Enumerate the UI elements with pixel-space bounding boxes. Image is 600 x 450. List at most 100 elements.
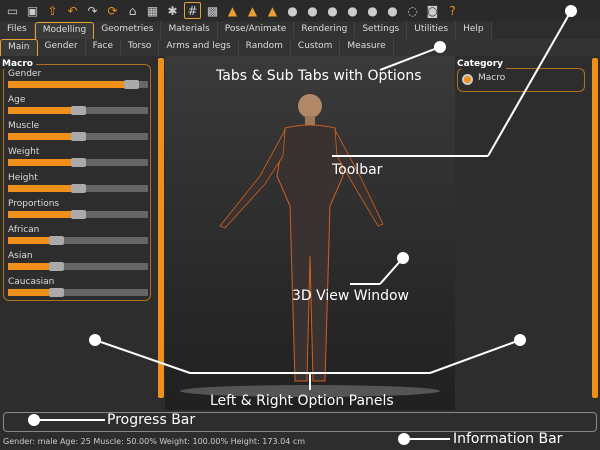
slider-label: Asian (8, 251, 33, 261)
redo-icon[interactable]: ↷ (84, 2, 101, 19)
human-model (180, 94, 440, 397)
bottom-view-icon[interactable]: ● (384, 2, 401, 19)
tab-modelling[interactable]: Modelling (34, 22, 95, 39)
subtab-random[interactable]: Random (239, 39, 291, 56)
slider-fill (8, 289, 50, 296)
annotation-progress: Progress Bar (107, 412, 196, 428)
3d-view[interactable] (165, 56, 455, 410)
progress-bar (3, 412, 597, 432)
slider-handle[interactable] (70, 210, 86, 219)
slider-fill (8, 211, 71, 218)
slider-handle[interactable] (70, 106, 86, 115)
slider-fill (8, 185, 71, 192)
subtab-measure[interactable]: Measure (340, 39, 394, 56)
tab-materials[interactable]: Materials (161, 22, 218, 39)
wireframe-icon[interactable]: ▦ (144, 2, 161, 19)
slider-height: Height (8, 173, 148, 193)
slider-handle[interactable] (70, 132, 86, 141)
subtab-gender[interactable]: Gender (38, 39, 86, 56)
annotation-view: 3D View Window (292, 288, 410, 304)
new-icon[interactable]: ▭ (4, 2, 21, 19)
tab-files[interactable]: Files (0, 22, 35, 39)
slider-fill (8, 107, 71, 114)
information-bar: Gender: male Age: 25 Muscle: 50.00% Weig… (3, 437, 306, 446)
slider-track[interactable] (8, 210, 148, 219)
category-group: Macro (457, 68, 585, 92)
slider-fill (8, 263, 50, 270)
slider-track[interactable] (8, 132, 148, 141)
slider-track[interactable] (8, 262, 148, 271)
slider-fill (8, 81, 125, 88)
right-scrollbar[interactable] (592, 58, 598, 398)
macro-radio-label: Macro (478, 73, 506, 83)
tab-geometries[interactable]: Geometries (94, 22, 162, 39)
sub-tabs: Main Gender Face Torso Arms and legs Random Cu… (0, 39, 600, 56)
slider-weight: Weight (8, 147, 148, 167)
slider-handle[interactable] (124, 80, 140, 89)
slider-fill (8, 133, 71, 140)
slider-age: Age (8, 95, 148, 115)
slider-gender: Gender (8, 69, 148, 89)
smooth-icon[interactable]: ⌂ (124, 2, 141, 19)
tab-help[interactable]: Help (456, 22, 492, 39)
right-panel: Macro Category (455, 56, 590, 408)
slider-handle[interactable] (70, 158, 86, 167)
subtab-torso[interactable]: Torso (121, 39, 160, 56)
left-view-icon[interactable]: ● (324, 2, 341, 19)
main-tabs: Files Modelling Geometries Materials Pose/An… (0, 22, 492, 39)
symmetry-right-icon[interactable]: ▲ (224, 2, 241, 19)
slider-track[interactable] (8, 236, 148, 245)
undo-icon[interactable]: ↶ (64, 2, 81, 19)
load-icon[interactable]: ⇧ (44, 2, 61, 19)
slider-handle[interactable] (49, 236, 65, 245)
subtab-face[interactable]: Face (86, 39, 122, 56)
symmetry-icon[interactable]: ▲ (264, 2, 281, 19)
annotation-toolbar: Toolbar (332, 162, 383, 178)
slider-label: African (8, 225, 40, 235)
slider-track[interactable] (8, 158, 148, 167)
slider-asian: Asian (8, 251, 148, 271)
slider-handle[interactable] (49, 262, 65, 271)
annotation-info: Information Bar (453, 431, 563, 447)
slider-handle[interactable] (49, 288, 65, 297)
help-icon[interactable]: ? (444, 2, 461, 19)
slider-proportions: Proportions (8, 199, 148, 219)
annotation-panels: Left & Right Option Panels (210, 393, 394, 409)
category-title: Category (457, 59, 507, 69)
slider-track[interactable] (8, 184, 148, 193)
top-view-icon[interactable]: ● (364, 2, 381, 19)
slider-fill (8, 237, 50, 244)
tab-pose-animate[interactable]: Pose/Animate (218, 22, 295, 39)
slider-handle[interactable] (70, 184, 86, 193)
macro-radio[interactable] (462, 74, 473, 85)
back-view-icon[interactable]: ● (304, 2, 321, 19)
subtab-arms-and-legs[interactable]: Arms and legs (159, 39, 239, 56)
tab-settings[interactable]: Settings (355, 22, 408, 39)
tab-rendering[interactable]: Rendering (294, 22, 356, 39)
annotation-tabs: Tabs & Sub Tabs with Options (216, 68, 422, 84)
reset-camera-icon[interactable]: ◌ (404, 2, 421, 19)
reset-icon[interactable]: ⟳ (104, 2, 121, 19)
slider-fill (8, 159, 71, 166)
save-icon[interactable]: ▣ (24, 2, 41, 19)
slider-african: African (8, 225, 148, 245)
symmetry-left-icon[interactable]: ▲ (244, 2, 261, 19)
right-view-icon[interactable]: ● (344, 2, 361, 19)
front-view-icon[interactable]: ● (284, 2, 301, 19)
screenshot-icon[interactable]: ◙ (424, 2, 441, 19)
macro-group: Gender Age Muscle Weight Height Proportions Af… (3, 64, 151, 301)
left-panel: Gender Age Muscle Weight Height Proportions Af… (0, 56, 155, 408)
slider-muscle: Muscle (8, 121, 148, 141)
subtab-main[interactable]: Main (0, 39, 38, 56)
tab-utilities[interactable]: Utilities (407, 22, 457, 39)
left-scrollbar[interactable] (158, 58, 164, 398)
macro-group-title: Macro (2, 59, 36, 69)
pose-icon[interactable]: ✱ (164, 2, 181, 19)
grid-icon[interactable]: # (184, 2, 201, 19)
slider-track[interactable] (8, 288, 148, 297)
slider-track[interactable] (8, 80, 148, 89)
subtab-custom[interactable]: Custom (291, 39, 341, 56)
slider-track[interactable] (8, 106, 148, 115)
slider-caucasian: Caucasian (8, 277, 148, 297)
checker-icon[interactable]: ▩ (204, 2, 221, 19)
